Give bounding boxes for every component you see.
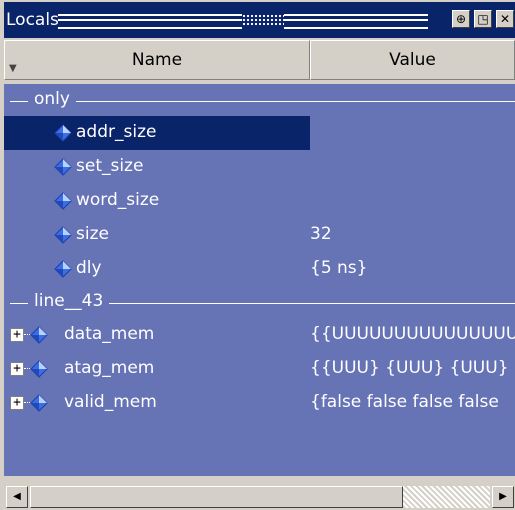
diamond-variable-icon: [54, 260, 72, 278]
variable-value: {{UUU} {UUU} {UUU}: [310, 358, 509, 378]
dock-icon[interactable]: ⊕: [452, 10, 470, 28]
title-grip-right: [284, 14, 428, 29]
tree-row[interactable]: + atag_mem {{UUU} {UUU} {UUU}: [4, 352, 515, 386]
scroll-right-button[interactable]: ▶: [492, 486, 514, 508]
scroll-left-button[interactable]: ◀: [6, 486, 28, 508]
plus-icon[interactable]: +: [10, 362, 24, 376]
variable-value: {false false false false: [310, 392, 499, 412]
variable-name: addr_size: [76, 122, 157, 142]
group-divider: [76, 101, 515, 102]
variable-name: valid_mem: [64, 392, 157, 412]
group-header: only: [4, 86, 515, 116]
scroll-thumb[interactable]: [30, 486, 403, 508]
locals-tree[interactable]: only addr_size set_size word_sizesize 32 dly {…: [4, 84, 515, 476]
group-label: only: [34, 89, 70, 109]
group-divider: [109, 303, 515, 304]
tree-row[interactable]: word_size: [4, 184, 515, 218]
variable-name: word_size: [76, 190, 160, 210]
close-icon[interactable]: ✕: [496, 10, 514, 28]
drag-handle-icon[interactable]: [242, 14, 284, 26]
value-column-header[interactable]: Value: [310, 40, 515, 80]
selection-highlight: [4, 116, 310, 150]
variable-name: atag_mem: [64, 358, 155, 378]
tree-row[interactable]: addr_size: [4, 116, 515, 150]
tree-row[interactable]: set_size: [4, 150, 515, 184]
diamond-variable-icon: [30, 394, 48, 412]
scroll-track[interactable]: [30, 486, 490, 508]
locals-window: Locals ⊕ ◳ ✕ ▼ Name Value only addr_sizes…: [0, 0, 515, 510]
tree-row[interactable]: + data_mem {{UUUUUUUUUUUUUUUU: [4, 318, 515, 352]
diamond-variable-icon: [30, 360, 48, 378]
variable-name: data_mem: [64, 324, 155, 344]
variable-value: {5 ns}: [310, 258, 368, 278]
diamond-variable-icon: [54, 124, 72, 142]
diamond-variable-icon: [54, 192, 72, 210]
plus-icon[interactable]: +: [10, 328, 24, 342]
undock-icon[interactable]: ◳: [474, 10, 492, 28]
window-title: Locals: [6, 10, 59, 30]
plus-icon[interactable]: +: [10, 396, 24, 410]
diamond-variable-icon: [30, 326, 48, 344]
tree-row[interactable]: + valid_mem {false false false false: [4, 386, 515, 420]
sort-arrow-icon[interactable]: ▼: [6, 42, 20, 80]
name-column-header[interactable]: ▼ Name: [4, 40, 310, 80]
variable-name: set_size: [76, 156, 144, 176]
horizontal-scrollbar[interactable]: ◀ ▶: [4, 484, 515, 510]
group-label: line__43: [34, 291, 104, 311]
variable-value: 32: [310, 224, 332, 244]
variable-name: size: [76, 224, 109, 244]
group-divider: [10, 101, 28, 102]
column-header: ▼ Name Value: [4, 40, 515, 82]
diamond-variable-icon: [54, 226, 72, 244]
group-header: line__43: [4, 288, 515, 318]
title-grip-left: [58, 14, 242, 29]
tree-row[interactable]: size 32: [4, 218, 515, 252]
variable-name: dly: [76, 258, 102, 278]
tree-row[interactable]: dly {5 ns}: [4, 252, 515, 286]
diamond-variable-icon: [54, 158, 72, 176]
group-divider: [10, 303, 28, 304]
variable-value: {{UUUUUUUUUUUUUUUU: [310, 324, 515, 344]
title-bar[interactable]: Locals ⊕ ◳ ✕: [4, 2, 515, 38]
